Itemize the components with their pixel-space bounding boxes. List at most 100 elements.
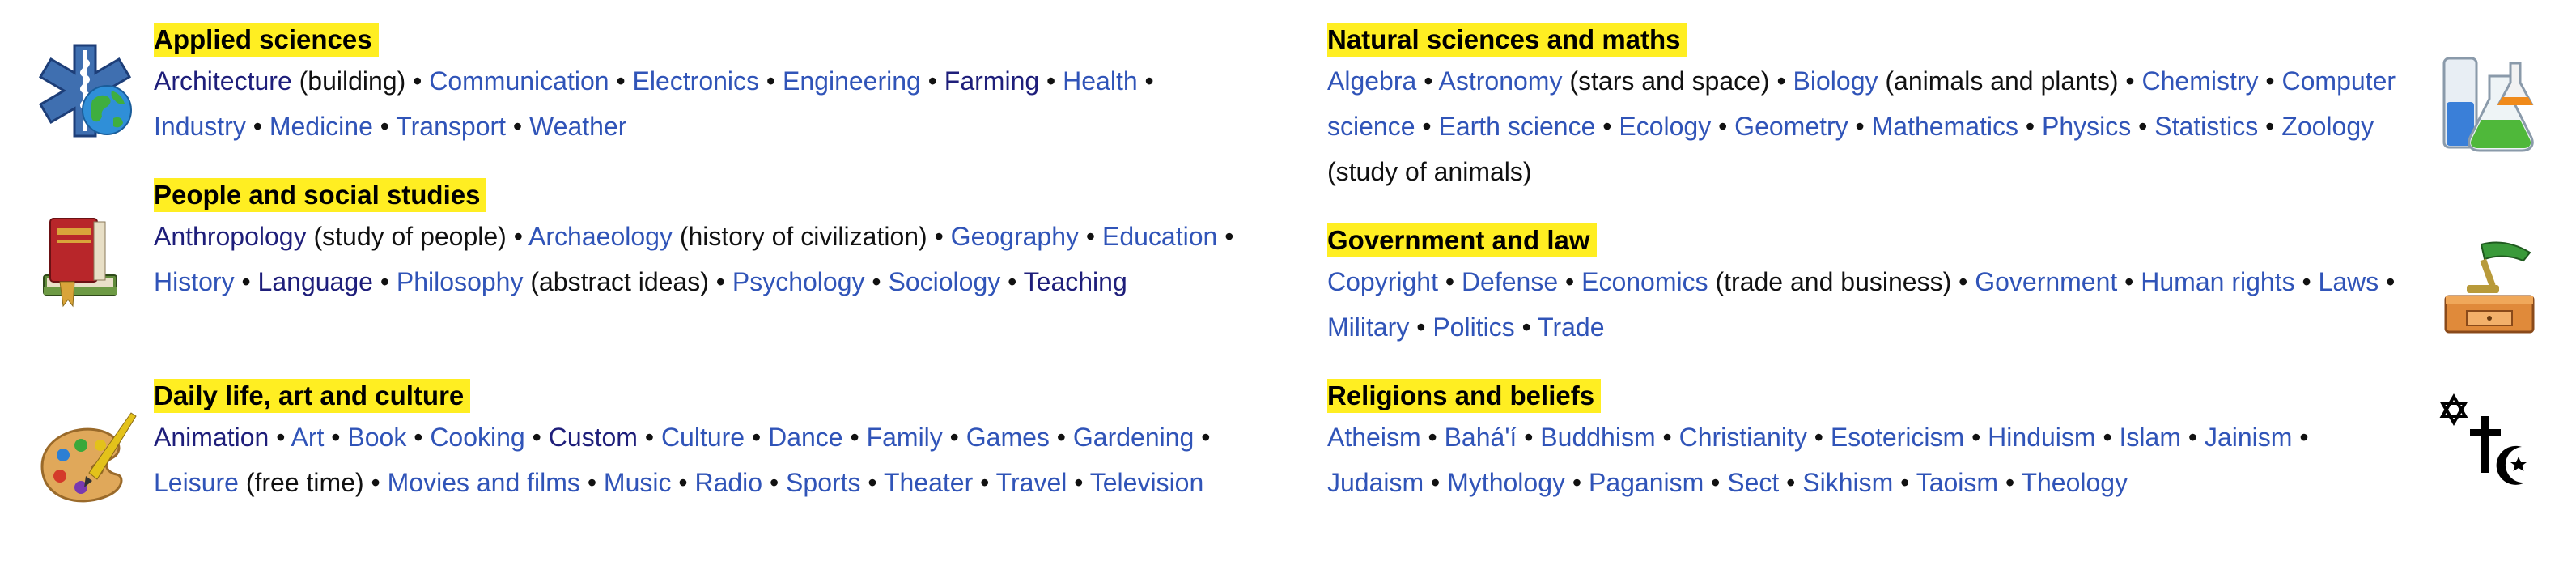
bullet-separator: • xyxy=(1572,468,1582,497)
bullet-separator: • xyxy=(678,468,688,497)
topic-link-copyright[interactable]: Copyright xyxy=(1327,267,1438,296)
topic-link-transport[interactable]: Transport xyxy=(396,112,506,141)
topic-link-language[interactable]: Language xyxy=(258,267,373,296)
topic-link-esotericism[interactable]: Esotericism xyxy=(1831,423,1964,452)
topic-link-custom[interactable]: Custom xyxy=(549,423,638,452)
bullet-separator: • xyxy=(1008,267,1017,296)
topic-link-weather[interactable]: Weather xyxy=(529,112,626,141)
topic-link-psychology[interactable]: Psychology xyxy=(732,267,865,296)
topic-link-astronomy[interactable]: Astronomy xyxy=(1439,66,1563,96)
topic-link-economics[interactable]: Economics xyxy=(1581,267,1708,296)
topic-link-industry[interactable]: Industry xyxy=(154,112,246,141)
topic-link-music[interactable]: Music xyxy=(604,468,672,497)
topic-link-taoism[interactable]: Taoism xyxy=(1916,468,1998,497)
topic-link-art[interactable]: Art xyxy=(291,423,325,452)
topic-link-algebra[interactable]: Algebra xyxy=(1327,66,1416,96)
topic-link-book[interactable]: Book xyxy=(347,423,406,452)
section-heading: Religions and beliefs xyxy=(1327,379,1602,413)
topic-link-politics[interactable]: Politics xyxy=(1432,313,1514,342)
bullet-separator: • xyxy=(872,267,881,296)
bullet-separator: • xyxy=(1046,66,1056,96)
topic-link-movies-and-films[interactable]: Movies and films xyxy=(388,468,580,497)
topic-link-chemistry[interactable]: Chemistry xyxy=(2142,66,2259,96)
topic-link-statistics[interactable]: Statistics xyxy=(2154,112,2258,141)
section-content: People and social studies Anthropology (… xyxy=(154,178,1238,304)
topic-link-games[interactable]: Games xyxy=(966,423,1050,452)
topic-link-geography[interactable]: Geography xyxy=(951,222,1079,251)
bullet-separator: • xyxy=(1786,468,1796,497)
topic-link-jainism[interactable]: Jainism xyxy=(2205,423,2292,452)
section-content: Natural sciences and maths Algebra • Ast… xyxy=(1327,23,2396,194)
topic-link-teaching[interactable]: Teaching xyxy=(1024,267,1127,296)
bullet-separator: • xyxy=(331,423,341,452)
section-heading: People and social studies xyxy=(154,178,487,212)
topic-link-culture[interactable]: Culture xyxy=(661,423,745,452)
topic-link-animation[interactable]: Animation xyxy=(154,423,269,452)
topic-link-travel[interactable]: Travel xyxy=(996,468,1067,497)
topic-link-atheism[interactable]: Atheism xyxy=(1327,423,1421,452)
topic-link-architecture[interactable]: Architecture xyxy=(154,66,292,96)
topic-link-gardening[interactable]: Gardening xyxy=(1073,423,1194,452)
bullet-separator: • xyxy=(2138,112,2148,141)
topic-link-theology[interactable]: Theology xyxy=(2021,468,2128,497)
topic-link-earth-science[interactable]: Earth science xyxy=(1438,112,1595,141)
topic-link-ecology[interactable]: Ecology xyxy=(1619,112,1711,141)
topic-link-military[interactable]: Military xyxy=(1327,313,1409,342)
topic-link-mythology[interactable]: Mythology xyxy=(1447,468,1565,497)
topic-link-christianity[interactable]: Christianity xyxy=(1679,423,1807,452)
topic-link-sports[interactable]: Sports xyxy=(786,468,860,497)
bullet-separator: • xyxy=(1565,267,1575,296)
topic-link-geometry[interactable]: Geometry xyxy=(1734,112,1848,141)
bullet-separator: • xyxy=(2188,423,2198,452)
topic-link-family[interactable]: Family xyxy=(867,423,943,452)
bullet-separator: • xyxy=(2025,112,2035,141)
topic-link-hinduism[interactable]: Hinduism xyxy=(1988,423,2095,452)
topic-link-bah[interactable]: Bahá'í xyxy=(1445,423,1517,452)
topic-link-communication[interactable]: Communication xyxy=(429,66,609,96)
topic-link-defense[interactable]: Defense xyxy=(1462,267,1558,296)
topic-link-farming[interactable]: Farming xyxy=(944,66,1039,96)
topic-link-television[interactable]: Television xyxy=(1090,468,1204,497)
topic-link-zoology[interactable]: Zoology xyxy=(2281,112,2374,141)
bullet-separator: • xyxy=(2124,267,2134,296)
topic-link-medicine[interactable]: Medicine xyxy=(269,112,373,141)
topic-link-leisure[interactable]: Leisure xyxy=(154,468,239,497)
bullet-separator: • xyxy=(1814,423,1823,452)
topic-link-paganism[interactable]: Paganism xyxy=(1589,468,1704,497)
topic-link-sociology[interactable]: Sociology xyxy=(888,267,1000,296)
topic-link-theater[interactable]: Theater xyxy=(884,468,973,497)
topic-link-education[interactable]: Education xyxy=(1102,222,1217,251)
topic-link-engineering[interactable]: Engineering xyxy=(783,66,921,96)
bullet-separator: • xyxy=(1056,423,1066,452)
topic-note: (trade and business) xyxy=(1715,267,1952,296)
topic-link-trade[interactable]: Trade xyxy=(1538,313,1604,342)
topic-link-physics[interactable]: Physics xyxy=(2042,112,2131,141)
topic-link-buddhism[interactable]: Buddhism xyxy=(1540,423,1655,452)
bullet-separator: • xyxy=(253,112,262,141)
bullet-separator: • xyxy=(927,66,937,96)
topic-link-laws[interactable]: Laws xyxy=(2319,267,2379,296)
topic-link-health[interactable]: Health xyxy=(1063,66,1138,96)
topic-link-anthropology[interactable]: Anthropology xyxy=(154,222,307,251)
topic-link-history[interactable]: History xyxy=(154,267,235,296)
topic-links: Animation • Art • Book • Cooking • Custo… xyxy=(154,415,1238,505)
topic-link-judaism[interactable]: Judaism xyxy=(1327,468,1424,497)
topic-link-electronics[interactable]: Electronics xyxy=(633,66,760,96)
topic-link-cooking[interactable]: Cooking xyxy=(430,423,524,452)
bullet-separator: • xyxy=(616,66,626,96)
topic-link-islam[interactable]: Islam xyxy=(2120,423,2181,452)
topic-link-sect[interactable]: Sect xyxy=(1727,468,1779,497)
topic-link-archaeology[interactable]: Archaeology xyxy=(528,222,673,251)
topic-link-radio[interactable]: Radio xyxy=(694,468,762,497)
bullet-separator: • xyxy=(1524,423,1534,452)
topic-link-philosophy[interactable]: Philosophy xyxy=(397,267,524,296)
topic-link-sikhism[interactable]: Sikhism xyxy=(1802,468,1893,497)
topic-link-human-rights[interactable]: Human rights xyxy=(2141,267,2294,296)
topic-link-mathematics[interactable]: Mathematics xyxy=(1872,112,2018,141)
bullet-separator: • xyxy=(1971,423,1981,452)
bullet-separator: • xyxy=(2265,66,2275,96)
bullet-separator: • xyxy=(414,423,423,452)
topic-link-dance[interactable]: Dance xyxy=(768,423,843,452)
topic-link-government[interactable]: Government xyxy=(1975,267,2117,296)
topic-link-biology[interactable]: Biology xyxy=(1793,66,1878,96)
